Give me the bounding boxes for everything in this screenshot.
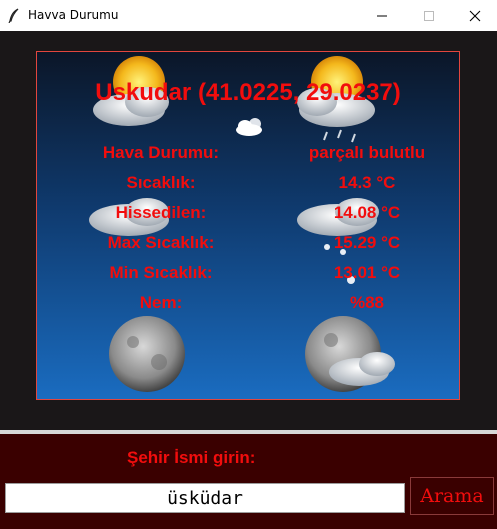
close-button[interactable] [452,0,497,31]
partly-cloudy-icon [236,118,262,136]
row-value: %88 [349,293,385,312]
feather-icon [8,8,19,23]
weather-panel: Uskudar (41.0225, 29.0237) Hava Durumu: … [36,51,460,400]
minimize-button[interactable] [359,0,405,31]
row-label: Min Sıcaklık: [109,263,213,282]
minimize-icon [377,15,387,16]
weather-row-min-temp: Min Sıcaklık: 13.01 °C [37,263,459,285]
city-input-label: Şehir İsmi girin: [127,448,256,467]
row-value: 14.3 °C [338,173,396,192]
row-label: Hava Durumu: [102,143,220,162]
weather-row-max-temp: Max Sıcaklık: 15.29 °C [37,233,459,255]
maximize-button[interactable] [406,0,452,31]
main-area: Uskudar (41.0225, 29.0237) Hava Durumu: … [0,31,497,430]
search-form: Şehir İsmi girin: Arama [0,434,497,529]
title-bar: Havva Durumu [0,0,497,31]
row-value: 14.08 °C [333,203,401,222]
city-heading: Uskudar (41.0225, 29.0237) [95,79,401,106]
window-title: Havva Durumu [28,8,119,22]
weather-row-temperature: Sıcaklık: 14.3 °C [37,173,459,195]
maximize-icon [424,10,434,21]
row-label: Max Sıcaklık: [107,233,215,252]
row-label: Hissedilen: [115,203,207,222]
row-value: parçalı bulutlu [308,143,426,162]
row-label: Nem: [139,293,183,312]
row-value: 15.29 °C [333,233,401,252]
weather-row-description: Hava Durumu: parçalı bulutlu [37,143,459,165]
row-value: 13.01 °C [333,263,401,282]
close-icon [469,10,481,21]
weather-row-feels-like: Hissedilen: 14.08 °C [37,203,459,225]
weather-row-humidity: Nem: %88 [37,293,459,315]
city-search-input[interactable] [5,483,405,513]
row-label: Sıcaklık: [126,173,196,192]
search-button[interactable]: Arama [410,477,494,515]
